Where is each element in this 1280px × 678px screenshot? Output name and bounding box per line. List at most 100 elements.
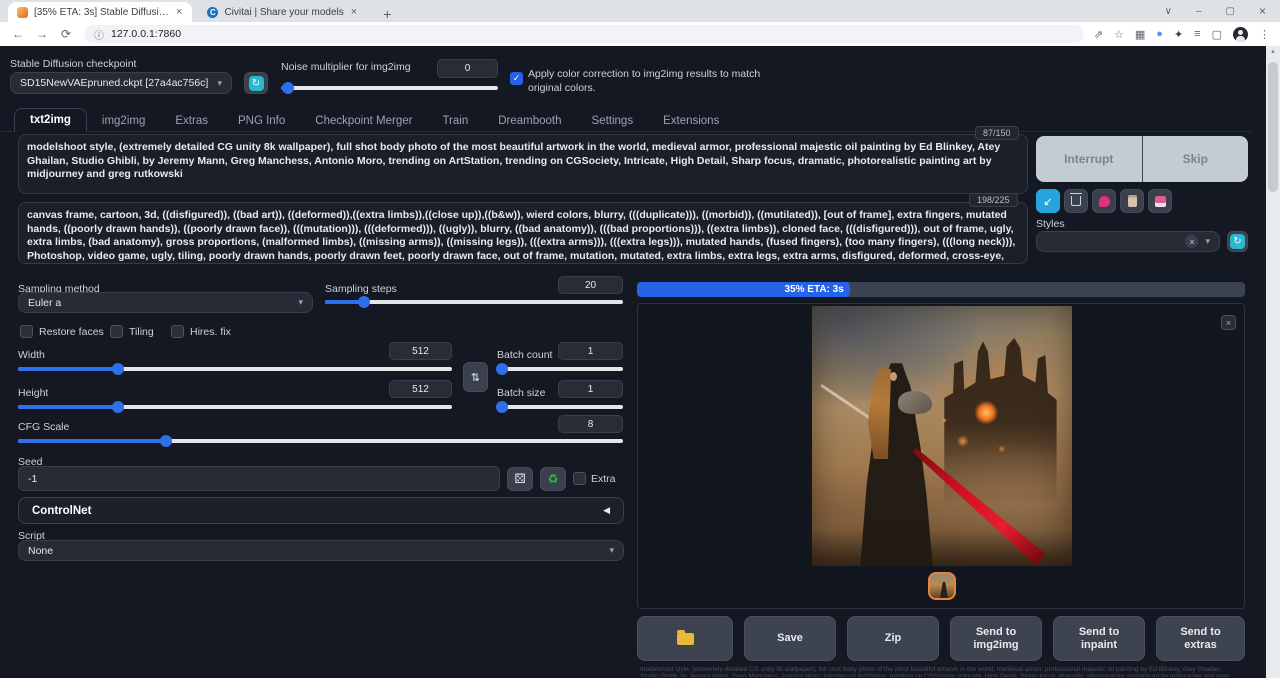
color-correction-checkbox[interactable]: ✓ [510,72,523,85]
zip-button[interactable]: Zip [847,616,939,661]
paste-arrow-icon: ↙ [1043,195,1052,208]
width-label: Width [18,349,45,361]
profile-avatar[interactable] [1233,27,1248,42]
slider-handle[interactable] [358,296,370,308]
tab-extensions[interactable]: Extensions [648,110,734,132]
output-button-row: Save Zip Send to img2img Send to inpaint… [637,616,1245,661]
browser-tab-active[interactable]: [35% ETA: 3s] Stable Diffusion × [8,2,192,22]
color-correction-label: Apply color correction to img2img result… [528,67,782,95]
extension-blue-icon[interactable]: ● [1156,28,1163,40]
tab-close-icon[interactable]: × [175,6,183,18]
sampling-steps-value[interactable]: 20 [558,276,623,294]
batch-count-value[interactable]: 1 [558,342,623,360]
prompt-textarea[interactable]: modelshoot style, (extremely detailed CG… [18,134,1028,194]
window-close-button[interactable]: × [1259,4,1266,18]
sampling-method-dropdown[interactable]: Euler a ▾ [18,292,313,313]
minimize-button[interactable]: – [1196,6,1202,17]
tab-extras[interactable]: Extras [160,110,223,132]
save-style-button[interactable] [1148,189,1172,213]
batch-size-value[interactable]: 1 [558,380,623,398]
restore-button[interactable]: ▢ [1226,6,1235,17]
reload-icon[interactable]: ⟳ [54,27,78,41]
extra-networks-button[interactable] [1092,189,1116,213]
checkpoint-dropdown[interactable]: SD15NewVAEpruned.ckpt [27a4ac756c] ▾ [10,72,232,94]
noise-multiplier-value[interactable]: 0 [437,59,498,78]
save-button[interactable]: Save [744,616,836,661]
forward-icon[interactable]: → [30,27,54,41]
height-slider[interactable] [18,401,452,413]
skip-button[interactable]: Skip [1142,136,1249,182]
seed-input[interactable]: -1 [18,466,500,491]
scroll-up-icon[interactable]: ▲ [1266,46,1280,55]
tab-search-icon[interactable]: ∨ [1165,6,1172,17]
url-bar[interactable]: ⓘ 127.0.0.1:7860 [84,25,1084,43]
back-icon[interactable]: ← [6,27,30,41]
browser-tab-civitai[interactable]: C Civitai | Share your models × [198,2,367,22]
apply-styles-button[interactable] [1120,189,1144,213]
negative-prompt-textarea[interactable]: canvas frame, cartoon, 3d, ((disfigured)… [18,202,1028,264]
slider-handle[interactable] [282,82,294,94]
tab-train[interactable]: Train [427,110,483,132]
tab-png-info[interactable]: PNG Info [223,110,300,132]
close-preview-button[interactable]: × [1221,315,1236,330]
bookmark-star-icon[interactable]: ☆ [1114,28,1124,41]
checkpoint-value: SD15NewVAEpruned.ckpt [27a4ac756c] [20,77,208,89]
noise-multiplier-slider[interactable] [281,82,498,94]
tab-dreambooth[interactable]: Dreambooth [483,110,576,132]
width-slider[interactable] [18,363,452,375]
clear-prompt-button[interactable] [1064,189,1088,213]
reuse-seed-button[interactable]: ♻ [540,467,566,491]
hires-fix-checkbox[interactable] [171,325,184,338]
extension-grid-icon[interactable]: ▦ [1135,28,1145,41]
tab-checkpoint-merger[interactable]: Checkpoint Merger [300,110,427,132]
tab-img2img[interactable]: img2img [87,110,160,132]
extensions-puzzle-icon[interactable]: ✦ [1174,28,1183,41]
random-seed-button[interactable]: ⚄ [507,467,533,491]
slider-handle[interactable] [112,363,124,375]
interrupt-button[interactable]: Interrupt [1036,136,1142,182]
open-folder-button[interactable] [637,616,733,661]
generated-image-preview[interactable] [812,306,1072,566]
cfg-scale-value[interactable]: 8 [558,415,623,433]
slider-handle[interactable] [496,363,508,375]
paste-params-button[interactable]: ↙ [1036,189,1060,213]
tiling-checkbox[interactable] [110,325,123,338]
chevron-down-icon: ▾ [609,545,614,556]
height-value[interactable]: 512 [389,380,452,398]
extra-seed-checkbox[interactable] [573,472,586,485]
styles-dropdown[interactable]: × ▾ [1036,231,1220,252]
page-scrollbar[interactable]: ▲ [1266,46,1280,678]
scrollbar-thumb[interactable] [1268,62,1278,192]
slider-track[interactable] [497,405,623,409]
script-dropdown[interactable]: None ▾ [18,540,624,561]
send-to-extras-button[interactable]: Send to extras [1156,616,1245,661]
tab-close-icon[interactable]: × [350,6,358,18]
width-value[interactable]: 512 [389,342,452,360]
controlnet-accordion[interactable]: ControlNet ◀ [18,497,624,524]
slider-handle[interactable] [160,435,172,447]
tab-settings[interactable]: Settings [577,110,649,132]
batch-count-slider[interactable] [497,363,623,375]
batch-size-slider[interactable] [497,401,623,413]
cfg-scale-slider[interactable] [18,435,623,447]
send-to-img2img-button[interactable]: Send to img2img [950,616,1042,661]
slider-handle[interactable] [112,401,124,413]
send-to-inpaint-button[interactable]: Send to inpaint [1053,616,1145,661]
slider-track[interactable] [497,367,623,371]
side-panel-icon[interactable]: ▢ [1212,28,1222,41]
slider-track[interactable] [281,86,498,90]
tab-txt2img[interactable]: txt2img [14,108,87,132]
new-tab-button[interactable]: + [377,6,397,22]
gallery-thumbnail-selected[interactable] [928,572,956,600]
site-info-icon[interactable]: ⓘ [94,27,104,42]
sampling-steps-slider[interactable] [325,296,623,308]
share-icon[interactable]: ⇗ [1094,28,1103,41]
swap-dimensions-button[interactable]: ⇅ [463,362,488,392]
clear-icon[interactable]: × [1185,235,1198,248]
checkpoint-refresh-button[interactable]: ↻ [244,72,268,94]
slider-handle[interactable] [496,401,508,413]
kebab-menu-icon[interactable]: ⋮ [1259,28,1270,41]
reading-list-icon[interactable]: ≡ [1194,28,1200,40]
restore-faces-checkbox[interactable] [20,325,33,338]
styles-refresh-button[interactable]: ↻ [1227,231,1248,252]
